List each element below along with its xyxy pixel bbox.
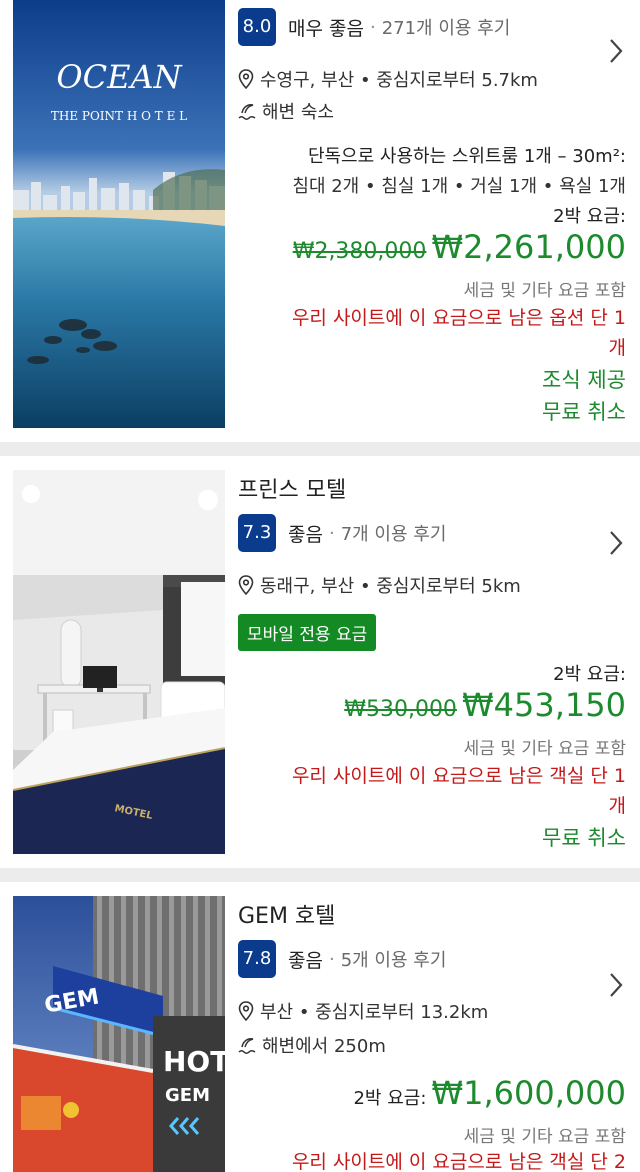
score-badge: 8.0 (238, 8, 276, 46)
tax-note: 세금 및 기타 요금 포함 (463, 281, 626, 301)
beach-text: 해변 숙소 (262, 102, 334, 123)
urgency-message: 우리 사이트에 이 요금으로 남은 객실 단 2 (291, 1151, 626, 1172)
tax-note: 세금 및 기타 요금 포함 (463, 1127, 626, 1147)
location-text: 부산 • 중심지로부터 13.2km (260, 1002, 489, 1023)
location-row: 수영구, 부산 • 중심지로부터 5.7km (238, 66, 626, 92)
score-badge: 7.8 (238, 940, 276, 978)
total-price: ₩1,600,000 (431, 1074, 627, 1112)
urgency-message: 우리 사이트에 이 요금으로 남은 옵션 단 1 (291, 307, 626, 329)
hotel-card[interactable]: OCEAN THE POINT H O T E L 8.0 매우 좋음 · 271개 … (0, 0, 640, 442)
room-details: 침대 2개 • 침실 1개 • 거실 1개 • 욕실 1개 (292, 176, 626, 197)
photo-title-ocean: OCEAN (56, 58, 182, 96)
breakfast-included: 조식 제공 (542, 368, 626, 392)
chevron-right-icon[interactable] (606, 36, 626, 66)
mobile-only-rate-badge: 모바일 전용 요금 (238, 614, 377, 651)
urgency-message-cont: 개 (608, 795, 626, 817)
rating-row: 7.8 좋음 · 5개 이용 후기 (238, 940, 626, 978)
original-price: ₩530,000 (344, 697, 457, 722)
urgency-message-cont: 개 (608, 337, 626, 359)
rating-row: 8.0 매우 좋음 · 271개 이용 후기 (238, 8, 626, 46)
hotel-name[interactable]: GEM 호텔 (238, 898, 626, 930)
price-row: 2박 요금: ₩1,600,000 (238, 1074, 626, 1112)
tax-note: 세금 및 기타 요금 포함 (463, 739, 626, 759)
gem-hotel-exterior-image: GEM HOT GEM (13, 896, 225, 1172)
separator-dot: · (369, 16, 376, 38)
separator-dot: · (328, 948, 335, 970)
hotel-info: GEM 호텔 7.8 좋음 · 5개 이용 후기 부산 • 중심지로부터 13.2km… (238, 882, 626, 1172)
review-count-link[interactable]: 5개 이용 후기 (341, 950, 447, 971)
hotel-photo[interactable]: OCEAN THE POINT H O T E L (13, 0, 225, 428)
separator-dot: · (328, 522, 335, 544)
hotel-card[interactable]: GEM HOT GEM GEM 호텔 7.8 좋음 · 5개 이용 후기 부산 • 중… (0, 882, 640, 1172)
score-word: 좋음 (288, 523, 323, 546)
hotel-photo[interactable]: GEM HOT GEM (13, 896, 225, 1172)
rating-row: 7.3 좋음 · 7개 이용 후기 (238, 514, 626, 552)
ocean-beach-image: OCEAN THE POINT H O T E L (13, 0, 225, 428)
review-count-link[interactable]: 271개 이용 후기 (382, 18, 511, 39)
hotel-card[interactable]: MOTEL 프린스 모텔 7.3 좋음 · 7개 이용 후기 동래구, 부산 • 중심… (0, 456, 640, 868)
hotel-photo[interactable]: MOTEL (13, 470, 225, 854)
chevron-right-icon[interactable] (606, 970, 626, 1000)
nights-label: 2박 요금: (553, 664, 626, 685)
free-cancellation: 무료 취소 (542, 400, 626, 424)
hotel-info: 프린스 모텔 7.3 좋음 · 7개 이용 후기 동래구, 부산 • 중심지로부터 5… (238, 456, 626, 868)
location-text: 수영구, 부산 • 중심지로부터 5.7km (260, 70, 538, 91)
original-price: ₩2,380,000 (292, 239, 427, 264)
beach-wave-icon (238, 104, 256, 120)
chevron-right-icon[interactable] (606, 528, 626, 558)
beach-row: 해변 숙소 (238, 98, 626, 124)
location-row: 부산 • 중심지로부터 13.2km (238, 998, 626, 1024)
motel-room-image: MOTEL (13, 470, 225, 854)
hotel-info: 8.0 매우 좋음 · 271개 이용 후기 수영구, 부산 • 중심지로부터 5.7… (238, 0, 626, 442)
beach-wave-icon (238, 1038, 256, 1054)
map-pin-icon (238, 575, 254, 596)
review-count-link[interactable]: 7개 이용 후기 (341, 524, 447, 545)
nights-label: 2박 요금: (353, 1088, 427, 1109)
photo-sign-hotel: HOT (163, 1045, 225, 1078)
location-text: 동래구, 부산 • 중심지로부터 5km (260, 576, 521, 597)
nights-label: 2박 요금: (553, 206, 626, 227)
score-word: 매우 좋음 (288, 17, 364, 40)
map-pin-icon (238, 1001, 254, 1022)
urgency-message: 우리 사이트에 이 요금으로 남은 객실 단 1 (291, 765, 626, 787)
free-cancellation: 무료 취소 (542, 826, 626, 850)
location-row: 동래구, 부산 • 중심지로부터 5km (238, 572, 626, 598)
discount-price: ₩2,261,000 (431, 228, 627, 266)
photo-subtitle: THE POINT H O T E L (51, 109, 187, 123)
photo-sign-gem-small: GEM (165, 1085, 210, 1106)
score-badge: 7.3 (238, 514, 276, 552)
price-row: ₩530,000 ₩453,150 (238, 686, 626, 724)
hotel-name[interactable]: 프린스 모텔 (238, 472, 626, 504)
score-word: 좋음 (288, 949, 323, 972)
map-pin-icon (238, 69, 254, 90)
beach-text: 해변에서 250m (262, 1036, 386, 1057)
beach-row: 해변에서 250m (238, 1032, 626, 1058)
price-row: ₩2,380,000 ₩2,261,000 (238, 228, 626, 266)
room-description: 단독으로 사용하는 스위트룸 1개 – 30m²: (307, 146, 626, 167)
discount-price: ₩453,150 (462, 686, 626, 724)
badge-row: 모바일 전용 요금 (238, 614, 626, 651)
